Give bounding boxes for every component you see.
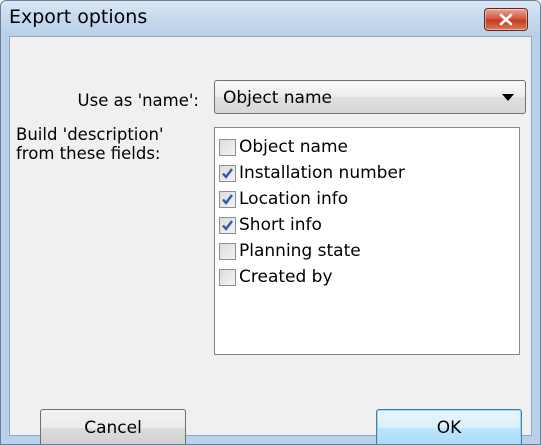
cancel-button[interactable]: Cancel bbox=[40, 409, 186, 444]
name-select[interactable]: Object name bbox=[214, 80, 526, 114]
title-bar[interactable]: Export options bbox=[1, 1, 540, 36]
checkbox-location-info[interactable] bbox=[219, 190, 236, 208]
chevron-down-icon bbox=[502, 94, 514, 101]
checkbox-short-info[interactable] bbox=[219, 216, 236, 234]
field-item-short-info[interactable]: Short info bbox=[219, 212, 322, 238]
checkbox-object-name[interactable] bbox=[219, 138, 236, 156]
checkmark-icon bbox=[222, 193, 233, 205]
checkmark-icon bbox=[222, 219, 233, 231]
export-options-dialog: Export options Use as 'name': Object nam… bbox=[0, 0, 541, 445]
name-select-value: Object name bbox=[223, 88, 332, 108]
checkbox-created-by[interactable] bbox=[219, 268, 236, 286]
close-button[interactable] bbox=[484, 8, 528, 31]
description-fields-list[interactable]: Object name Installation number Location… bbox=[214, 127, 520, 355]
window-title: Export options bbox=[9, 6, 148, 28]
field-label: Short info bbox=[239, 215, 322, 235]
field-label: Location info bbox=[239, 189, 349, 209]
description-label-line1: Build 'description' bbox=[16, 125, 164, 144]
field-item-planning-state[interactable]: Planning state bbox=[219, 238, 361, 264]
description-fields-label: Build 'description' from these fields: bbox=[16, 125, 206, 163]
field-label: Object name bbox=[239, 137, 348, 157]
field-item-installation-number[interactable]: Installation number bbox=[219, 160, 405, 186]
field-label: Planning state bbox=[239, 241, 361, 261]
field-item-object-name[interactable]: Object name bbox=[219, 134, 348, 160]
field-label: Installation number bbox=[239, 163, 405, 183]
ok-button[interactable]: OK bbox=[376, 409, 522, 444]
name-field-label: Use as 'name': bbox=[77, 91, 199, 110]
field-item-created-by[interactable]: Created by bbox=[219, 264, 333, 290]
description-label-line2: from these fields: bbox=[16, 144, 161, 163]
checkbox-planning-state[interactable] bbox=[219, 242, 236, 260]
field-item-location-info[interactable]: Location info bbox=[219, 186, 348, 212]
field-label: Created by bbox=[239, 267, 333, 287]
close-icon bbox=[499, 13, 513, 26]
checkmark-icon bbox=[222, 167, 233, 179]
checkbox-installation-number[interactable] bbox=[219, 164, 236, 182]
dialog-body: Use as 'name': Object name Build 'descri… bbox=[9, 36, 532, 444]
